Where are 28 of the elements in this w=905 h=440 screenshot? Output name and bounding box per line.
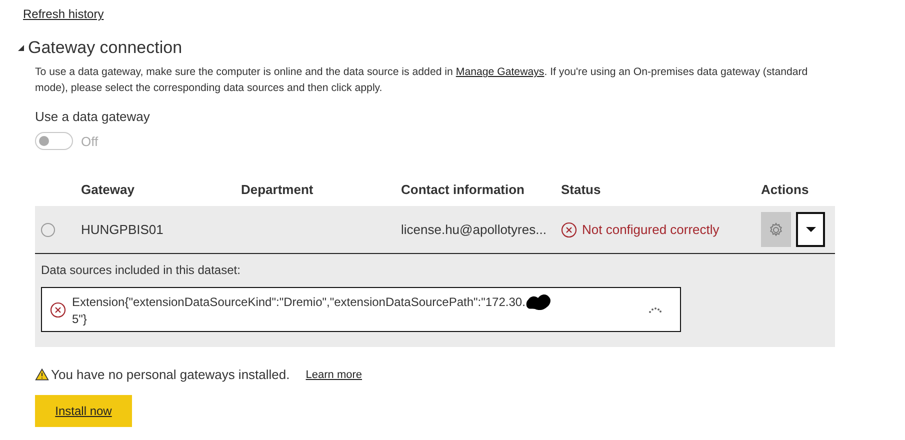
table-cell-text: HUNGPBIS01 [81, 222, 164, 237]
data-source-text: 5"} [72, 312, 88, 327]
learn-more-link[interactable]: Learn more [306, 368, 362, 380]
details-heading: Data sources included in this dataset: [41, 263, 242, 277]
error-icon [50, 302, 66, 318]
section-title: Gateway connection [28, 38, 182, 58]
settings-button[interactable] [761, 212, 791, 247]
column-header: Actions [761, 182, 810, 196]
toggle-state-text: Off [81, 134, 98, 148]
expand-button[interactable] [796, 212, 825, 247]
data-source-text: Extension{"extensionDataSourceKind":"Dremio","extensionDataSourcePath":"172.30. [72, 294, 526, 310]
refresh-history-link[interactable]: Refresh history [23, 7, 104, 21]
description-text: To use a data gateway, make sure the computer is online and the data source is added in Manage Gateways. If you're using an On-premises data gateway (standard mode), please select the corresponding data sources and then click apply. [35, 65, 809, 96]
radio-button[interactable] [41, 222, 55, 236]
warning-text: You have no personal gateways installed. [51, 367, 290, 382]
table-cell-text: license.hu@apollotyres... [401, 222, 548, 237]
column-header: Gateway [81, 182, 136, 196]
error-icon [561, 222, 577, 238]
status-text: Not configured correctly [582, 222, 720, 237]
column-header: Status [561, 182, 602, 196]
warning-icon [35, 368, 49, 381]
manage-gateways-link[interactable]: Manage Gateways [456, 66, 544, 78]
column-header: Contact information [401, 182, 526, 196]
toggle-label: Use a data gateway [35, 109, 151, 124]
install-now-button[interactable]: Install now [35, 395, 132, 427]
gear-icon [768, 222, 784, 238]
collapse-triangle-icon[interactable] [18, 45, 24, 51]
column-header: Department [241, 182, 314, 196]
